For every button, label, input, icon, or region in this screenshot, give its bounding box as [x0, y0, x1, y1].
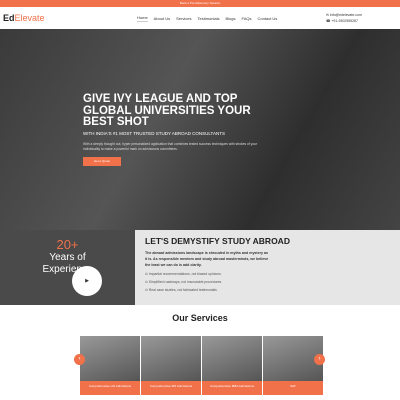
demystify-intro: The abroad admissions landscape is shrou… — [145, 251, 269, 267]
service-image — [80, 336, 140, 381]
service-label: Comprehensive MS Admissions — [141, 381, 201, 395]
hero-title: GIVE IVY LEAGUE AND TOP GLOBAL UNIVERSIT… — [83, 93, 251, 128]
services-carousel: Comprehensive UG Admissions Comprehensiv… — [80, 336, 323, 395]
hero-section — [0, 29, 400, 230]
experience-number: 20+ — [56, 237, 79, 252]
nav-about[interactable]: About Us — [154, 16, 170, 21]
nav-home[interactable]: Home — [137, 15, 148, 22]
demystify-list: ⊙ Impartial recommendations, not biased … — [145, 270, 400, 294]
service-label: Comprehensive MBA Admissions — [202, 381, 262, 395]
chevron-left-icon: ‹ — [78, 356, 81, 362]
phone-text: +91-9302955287 — [331, 19, 358, 23]
main-menu: Home About Us Services Testimonials Blog… — [137, 7, 277, 29]
service-card[interactable]: SAT — [263, 336, 323, 395]
logo-text-accent: Elevate — [14, 13, 45, 23]
service-card[interactable]: Comprehensive UG Admissions — [80, 336, 140, 395]
services-title: Our Services — [172, 313, 228, 323]
nav-testimonials[interactable]: Testimonials — [197, 16, 219, 21]
carousel-prev-button[interactable]: ‹ — [74, 354, 85, 365]
service-image — [202, 336, 262, 381]
nav-blogs[interactable]: Blogs — [225, 16, 235, 21]
hero-subtitle: WITH INDIA'S #1 MOST TRUSTED STUDY ABROA… — [83, 131, 225, 136]
point-text: Real case studies, not fabricated testim… — [148, 288, 217, 292]
list-item: ⊙ Simplified roadmaps, not inscrutable p… — [145, 280, 222, 284]
point-text: Simplified roadmaps, not inscrutable pro… — [148, 280, 222, 284]
logo-text: Ed — [3, 13, 15, 23]
list-item: ⊙ Impartial recommendations, not biased … — [145, 272, 221, 276]
service-label: SAT — [263, 381, 323, 395]
play-video-button[interactable]: ▶ — [72, 266, 102, 296]
point-text: Impartial recommendations, not biased op… — [148, 272, 221, 276]
services-section: Our Services Comprehensive UG Admissions… — [0, 305, 400, 400]
demystify-section: LET'S DEMYSTIFY STUDY ABROAD The abroad … — [135, 230, 400, 305]
chevron-right-icon: › — [318, 356, 321, 362]
list-item: ⊙ Real case studies, not fabricated test… — [145, 288, 217, 292]
carousel-next-button[interactable]: › — [314, 354, 325, 365]
logo[interactable]: Ed Elevate — [3, 13, 45, 23]
service-card[interactable]: Comprehensive MS Admissions — [141, 336, 201, 395]
service-image — [141, 336, 201, 381]
promo-banner[interactable]: Book a Pre-Discovery Session — [0, 0, 400, 7]
service-card[interactable]: Comprehensive MBA Admissions — [202, 336, 262, 395]
phone-link[interactable]: ☎ +91-9302955287 — [326, 18, 362, 24]
navbar: Ed Elevate Home About Us Services Testimo… — [0, 7, 400, 29]
contact-info: ✉ info@edelevate.com ☎ +91-9302955287 — [326, 12, 362, 24]
demystify-title: LET'S DEMYSTIFY STUDY ABROAD — [145, 236, 290, 246]
play-icon: ▶ — [85, 278, 89, 284]
nav-services[interactable]: Services — [176, 16, 191, 21]
service-label: Comprehensive UG Admissions — [80, 381, 140, 395]
nav-contact[interactable]: Contact Us — [258, 16, 278, 21]
email-text: info@edelevate.com — [329, 13, 362, 17]
get-quote-button[interactable]: Get a Quote — [83, 157, 121, 166]
hero-description: With a deeply thought out, hyper persona… — [83, 142, 258, 151]
nav-faqs[interactable]: FAQs — [242, 16, 252, 21]
experience-panel: 20+ Years of Experience — [0, 230, 135, 305]
